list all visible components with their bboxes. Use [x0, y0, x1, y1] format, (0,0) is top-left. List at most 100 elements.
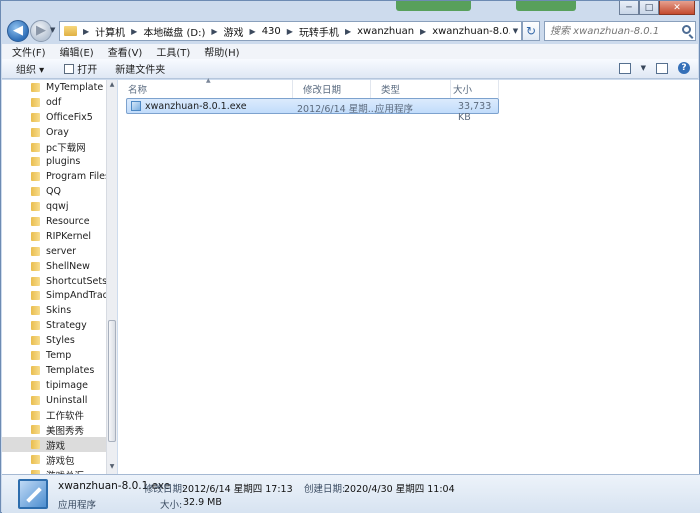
nav-tree-item[interactable]: RIPKernel — [2, 229, 106, 244]
navigation-pane[interactable]: MyTemplate odf OfficeFix5 Oray pc下载网 plugins P… — [2, 80, 117, 474]
breadcrumb-430[interactable]: 430 — [262, 26, 281, 37]
nav-tree-item[interactable]: tipimage — [2, 378, 106, 393]
nav-tree-item[interactable]: 工作软件 — [2, 408, 106, 423]
nav-tree-item[interactable]: 美图秀秀 — [2, 422, 106, 437]
view-dropdown-icon[interactable]: ▼ — [641, 64, 646, 72]
nav-tree-item-label: server — [46, 245, 77, 257]
file-list[interactable]: 名称 ▲ 修改日期 类型 大小 xwanzhuan-8.0.1.exe 2012… — [118, 77, 699, 474]
vertical-scrollbar[interactable]: ▲ ▼ — [106, 80, 117, 474]
file-name: xwanzhuan-8.0.1.exe — [145, 101, 247, 112]
folder-icon — [31, 351, 40, 361]
scroll-up-icon[interactable]: ▲ — [108, 81, 116, 89]
nav-tree-item[interactable]: Temp — [2, 348, 106, 363]
nav-tree-item[interactable]: server — [2, 244, 106, 259]
file-row[interactable]: xwanzhuan-8.0.1.exe 2012/6/14 星期... 应用程序… — [126, 98, 499, 123]
menu-edit[interactable]: 编辑(E) — [60, 44, 94, 59]
command-bar: 组织 ▾ 打开 新建文件夹 ▼ ? — [2, 59, 698, 79]
details-created-label: 创建日期: — [304, 484, 346, 495]
nav-tree-item[interactable]: ShellNew — [2, 259, 106, 274]
change-view-icon[interactable] — [618, 62, 631, 74]
folder-icon — [31, 231, 40, 241]
nav-tree-item[interactable]: Skins — [2, 303, 106, 318]
background-decoration — [516, 1, 576, 11]
nav-tree-item[interactable]: MyTemplate — [2, 80, 106, 95]
file-date: 2012/6/14 星期... — [297, 104, 377, 115]
help-icon[interactable]: ? — [678, 62, 690, 74]
nav-tree-item[interactable]: 游戏包 — [2, 452, 106, 467]
address-history-dropdown[interactable]: ▼ — [510, 21, 522, 41]
details-size-label: 大小: — [160, 500, 183, 511]
folder-icon — [31, 142, 40, 152]
maximize-button[interactable]: □ — [639, 1, 659, 15]
chevron-right-icon[interactable]: ▶ — [250, 27, 256, 36]
nav-tree-item[interactable]: OfficeFix5 — [2, 110, 106, 125]
open-button[interactable]: 打开 — [64, 61, 97, 76]
organize-button[interactable]: 组织 ▾ — [16, 61, 44, 76]
menu-file[interactable]: 文件(F) — [12, 44, 46, 59]
folder-icon — [31, 455, 40, 465]
nav-tree-item[interactable]: Templates — [2, 363, 106, 378]
sort-ascending-icon: ▲ — [206, 77, 211, 84]
new-folder-label: 新建文件夹 — [115, 65, 166, 76]
breadcrumb-computer[interactable]: 计算机 — [95, 24, 125, 39]
nav-tree-item[interactable]: Strategy — [2, 318, 106, 333]
preview-pane-icon[interactable] — [656, 62, 668, 74]
search-input[interactable] — [545, 22, 677, 40]
nav-tree-item[interactable]: QQ — [2, 184, 106, 199]
nav-tree-item-label: 游戏包 — [46, 455, 75, 467]
nav-tree-item[interactable]: qqwj — [2, 199, 106, 214]
nav-tree-item-label: OfficeFix5 — [46, 111, 93, 123]
breadcrumb-games[interactable]: 游戏 — [224, 24, 244, 39]
column-name-label: 名称 — [128, 85, 148, 96]
chevron-right-icon[interactable]: ▶ — [211, 27, 217, 36]
column-header-name[interactable]: 名称 ▲ — [118, 77, 293, 98]
back-button[interactable]: ◀ — [7, 20, 29, 42]
nav-tree-item-label: plugins — [46, 156, 81, 168]
nav-tree-item-label: 游戏 — [46, 440, 66, 452]
chevron-right-icon[interactable]: ▶ — [345, 27, 351, 36]
new-folder-button[interactable]: 新建文件夹 — [115, 61, 165, 76]
folder-icon — [31, 276, 40, 286]
scrollbar-thumb[interactable] — [108, 320, 116, 442]
nav-tree-item[interactable]: pc下载网 — [2, 140, 106, 155]
breadcrumb-xwanzhuan[interactable]: xwanzhuan — [357, 26, 414, 37]
nav-tree-item[interactable]: Oray — [2, 125, 106, 140]
search-icon[interactable] — [682, 25, 691, 34]
scroll-down-icon[interactable]: ▼ — [108, 463, 116, 471]
column-header-type[interactable]: 类型 — [371, 80, 451, 98]
column-header-size[interactable]: 大小 — [443, 80, 499, 98]
nav-tree-item[interactable]: plugins — [2, 154, 106, 169]
nav-tree-item[interactable]: Styles — [2, 333, 106, 348]
nav-tree-item[interactable]: SimpAndTradCo — [2, 288, 106, 303]
nav-tree-item[interactable]: odf — [2, 95, 106, 110]
close-button[interactable]: ✕ — [659, 1, 695, 15]
caption-buttons: ─ □ ✕ — [619, 1, 695, 15]
forward-button[interactable]: ▶ — [30, 20, 52, 42]
nav-tree-item[interactable]: Resource — [2, 214, 106, 229]
chevron-right-icon[interactable]: ▶ — [287, 27, 293, 36]
nav-tree-item[interactable]: Program Files — [2, 169, 106, 184]
nav-tree-item-label: 工作软件 — [46, 411, 85, 423]
address-bar[interactable]: ▶ 计算机 ▶ 本地磁盘 (D:) ▶ 游戏 ▶ 430 ▶ 玩转手机 ▶ xw… — [59, 21, 521, 41]
breadcrumb-phone[interactable]: 玩转手机 — [299, 24, 339, 39]
minimize-button[interactable]: ─ — [619, 1, 639, 15]
breadcrumb-local-disk[interactable]: 本地磁盘 (D:) — [143, 24, 205, 39]
chevron-right-icon[interactable]: ▶ — [83, 27, 89, 36]
chevron-right-icon[interactable]: ▶ — [420, 27, 426, 36]
details-pane: xwanzhuan-8.0.1.exe 修改日期: 2012/6/14 星期四 … — [2, 474, 700, 513]
folder-icon — [31, 425, 40, 435]
nav-tree-item[interactable]: 游戏总汇 — [2, 467, 106, 474]
column-header-date[interactable]: 修改日期 — [293, 80, 371, 98]
view-tools: ▼ ? — [618, 62, 690, 74]
chevron-right-icon[interactable]: ▶ — [131, 27, 137, 36]
recent-pages-dropdown[interactable]: ▼ — [50, 26, 55, 34]
menu-help[interactable]: 帮助(H) — [204, 44, 239, 59]
refresh-button[interactable]: ↻ — [522, 21, 540, 41]
navigation-row: ◀ ▶ ▼ ▶ 计算机 ▶ 本地磁盘 (D:) ▶ 游戏 ▶ 430 ▶ 玩转手… — [5, 19, 696, 43]
breadcrumb-current[interactable]: xwanzhuan-8.0.1 — [432, 26, 518, 37]
nav-tree-item[interactable]: 游戏 — [2, 437, 106, 453]
nav-tree-item[interactable]: Uninstall — [2, 393, 106, 408]
nav-tree-item[interactable]: ShortcutSets — [2, 274, 106, 289]
menu-view[interactable]: 查看(V) — [108, 44, 143, 59]
menu-tools[interactable]: 工具(T) — [156, 44, 190, 59]
